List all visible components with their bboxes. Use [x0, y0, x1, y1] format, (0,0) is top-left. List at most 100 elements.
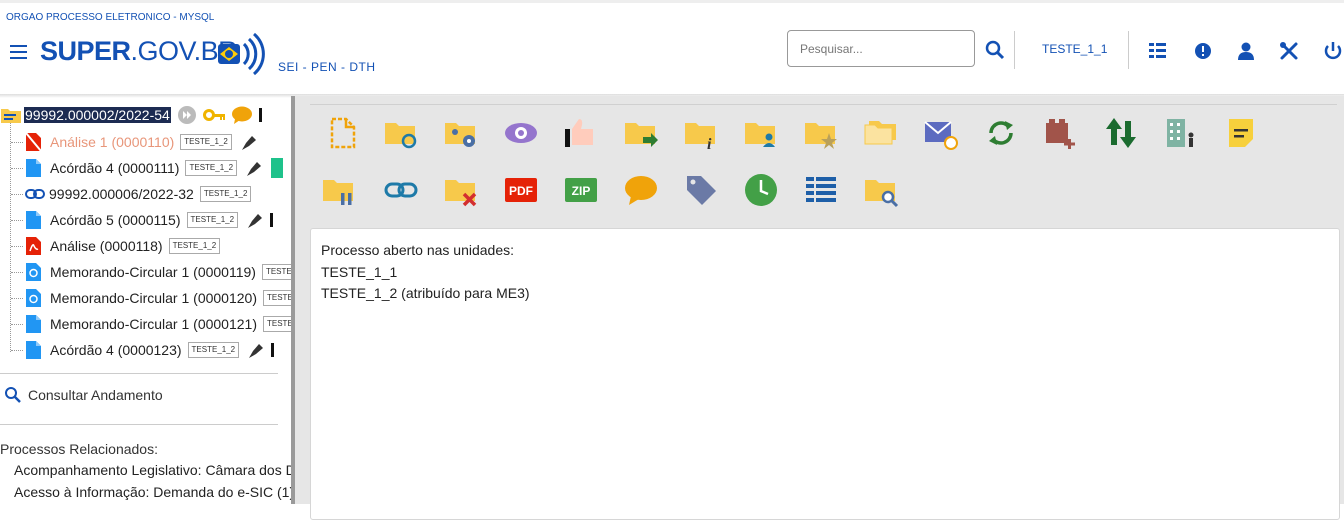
link-icon[interactable] [382, 171, 420, 209]
thumbs-up-icon[interactable] [562, 114, 600, 152]
note-icon[interactable] [1222, 114, 1260, 152]
tools-icon[interactable] [1278, 40, 1300, 62]
svg-text:PDF: PDF [509, 184, 533, 198]
tree-connector [11, 324, 23, 325]
logo-bold: SUPER [40, 36, 131, 66]
signature-pen-icon [247, 162, 262, 176]
document-icon [26, 159, 41, 177]
tree-item-label[interactable]: Acórdão 4 (0000111) [50, 160, 179, 176]
logo-mark-icon [218, 32, 265, 76]
blocks-add-icon[interactable] [1042, 114, 1080, 152]
tree-item-label[interactable]: Acórdão 4 (0000123) [50, 342, 182, 358]
tree-item[interactable]: Acórdão 4 (0000123) TESTE_1_2 [25, 339, 275, 361]
clock-icon[interactable] [742, 171, 780, 209]
list-icon[interactable] [802, 171, 840, 209]
power-icon[interactable] [1322, 40, 1344, 62]
units-heading: Processo aberto nas unidades: [321, 242, 515, 258]
folder-user-icon[interactable] [742, 114, 780, 152]
thumb-icon [271, 343, 275, 357]
sort-icon[interactable] [1102, 114, 1140, 152]
key-icon[interactable] [202, 106, 227, 124]
folder-star-icon[interactable] [802, 114, 840, 152]
tree-item[interactable]: Memorando-Circular 1 (0000121) TESTE_1_2 [25, 313, 291, 335]
unit-badge: TESTE_1_2 [180, 134, 232, 150]
forward-icon[interactable] [177, 105, 197, 125]
mail-at-icon[interactable] [922, 114, 960, 152]
tree-item[interactable]: 99992.000006/2022-32 TESTE_1_2 [25, 183, 252, 205]
unit-badge: TESTE_1_2 [168, 238, 221, 254]
tree-connector [11, 142, 23, 143]
tree-connector [11, 272, 23, 273]
unit-line: TESTE_1_1 [321, 264, 398, 280]
tree-item-label[interactable]: Análise 1 (0000110) [50, 134, 174, 150]
comment-icon[interactable] [231, 105, 253, 125]
pdf-icon[interactable]: PDF [502, 171, 540, 209]
sync-icon[interactable] [982, 114, 1020, 152]
tree-item[interactable]: Análise 1 (0000110) TESTE_1_2 [25, 131, 260, 153]
search-icon[interactable] [984, 39, 1006, 61]
tag-icon[interactable] [682, 171, 720, 209]
folder-send-icon[interactable] [622, 114, 660, 152]
eye-icon[interactable] [502, 114, 540, 152]
user-icon[interactable] [1235, 40, 1257, 62]
tree-item-label[interactable]: 99992.000006/2022-32 [49, 186, 194, 202]
tree-item[interactable]: Análise (0000118) TESTE_1_2 [25, 235, 221, 257]
tree-connector [11, 194, 23, 195]
tree-item-label[interactable]: Memorando-Circular 1 (0000120) [50, 290, 257, 306]
unit-badge: TESTE_1_2 [186, 212, 239, 228]
list-view-icon[interactable] [1147, 40, 1169, 62]
link-icon [25, 189, 45, 199]
alert-icon[interactable] [1192, 40, 1214, 62]
tree-item[interactable]: Acórdão 4 (0000111) TESTE_1_2 [25, 157, 284, 179]
separator [1014, 31, 1015, 69]
unit-badge: TESTE_1_2 [263, 316, 291, 332]
pdf-document-icon [26, 237, 41, 255]
divider [0, 373, 278, 374]
tree-connector [11, 298, 23, 299]
consult-label[interactable]: Consultar Andamento [28, 387, 163, 403]
folder-open-icon [1, 109, 21, 123]
search-input[interactable] [787, 30, 975, 67]
folders-icon[interactable] [862, 114, 900, 152]
menu-icon[interactable] [10, 45, 27, 59]
document-icon [26, 315, 41, 333]
folder-sync-icon[interactable] [382, 114, 420, 152]
tree-line [10, 116, 11, 352]
toolbar: i PDF ZIP [310, 106, 1340, 226]
process-number[interactable]: 99992.000002/2022-54 [24, 107, 171, 123]
logo[interactable]: SUPER.GOV.BR [40, 36, 238, 67]
consult-history-link[interactable]: Consultar Andamento [4, 386, 163, 404]
folder-search-icon[interactable] [862, 171, 900, 209]
folder-info-icon[interactable]: i [682, 114, 720, 152]
unit-badge: TESTE_1_2 [199, 186, 252, 202]
tree-root[interactable]: 99992.000002/2022-54 [0, 104, 262, 126]
unit-selector[interactable]: TESTE_1_1 [1042, 42, 1107, 56]
new-document-icon[interactable] [324, 114, 362, 152]
comment-icon[interactable] [622, 171, 660, 209]
building-user-icon[interactable] [1162, 114, 1200, 152]
thumb-icon [270, 213, 274, 227]
svg-text:i: i [707, 136, 712, 151]
tree-item-label[interactable]: Memorando-Circular 1 (0000121) [50, 316, 257, 332]
process-tree: 99992.000002/2022-54 Análise 1 (0000110)… [0, 100, 291, 504]
tree-item-label[interactable]: Análise (0000118) [50, 238, 163, 254]
related-item[interactable]: Acompanhamento Legislativo: Câmara dos D… [14, 462, 291, 478]
tree-item[interactable]: Memorando-Circular 1 (0000119) TESTE_1_2 [25, 261, 291, 283]
thumb-icon [258, 108, 262, 122]
folder-settings-icon[interactable] [442, 114, 480, 152]
zip-icon[interactable]: ZIP [562, 171, 600, 209]
unit-badge: TESTE_1_2 [185, 160, 238, 176]
tree-item-label[interactable]: Memorando-Circular 1 (0000119) [50, 264, 256, 280]
divider [310, 104, 1337, 105]
subsystem-label: SEI - PEN - DTH [278, 60, 376, 74]
unit-badge: TESTE_1_2 [261, 264, 291, 280]
signature-pen-icon [248, 214, 263, 228]
folder-pause-icon[interactable] [320, 171, 358, 209]
tree-item[interactable]: Acórdão 5 (0000115) TESTE_1_2 [25, 209, 274, 231]
content-panel: Processo aberto nas unidades: TESTE_1_1 … [310, 228, 1340, 520]
signature-pen-icon [241, 136, 256, 150]
related-item[interactable]: Acesso à Informação: Demanda do e-SIC (1… [14, 484, 291, 500]
tree-item[interactable]: Memorando-Circular 1 (0000120) TESTE_1_2 [25, 287, 291, 309]
tree-item-label[interactable]: Acórdão 5 (0000115) [50, 212, 181, 228]
folder-delete-icon[interactable] [442, 171, 480, 209]
